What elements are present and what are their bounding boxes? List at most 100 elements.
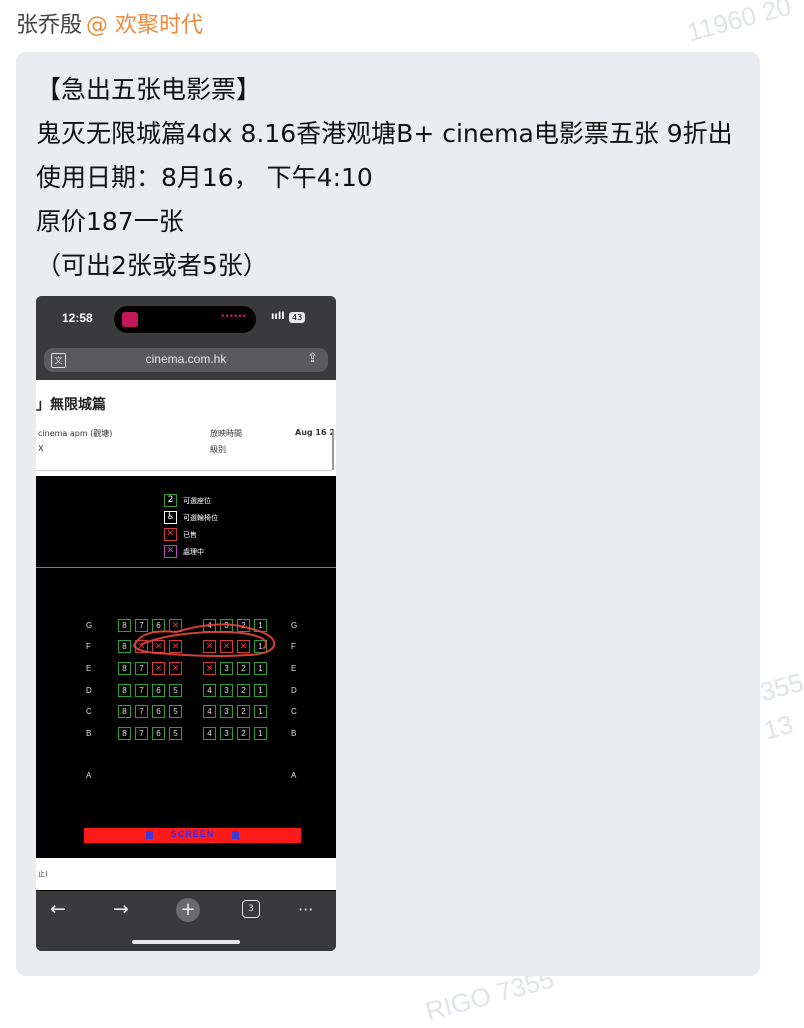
seat-b-left-7[interactable]: 7 <box>135 727 148 740</box>
row-label-left: F <box>86 642 91 651</box>
battery-icon: 43 <box>289 312 306 323</box>
share-icon[interactable]: ⇪ <box>307 351 318 366</box>
legend-available: 2 可選座位 <box>164 494 211 507</box>
browser-toolbar: ← → + 3 ··· <box>36 891 336 951</box>
dynamic-island: •••••• <box>114 306 256 333</box>
post-line-headline: 【急出五张电影票】 <box>36 75 262 104</box>
row-label-right: C <box>291 707 297 716</box>
seat-b-left-5[interactable]: 5 <box>169 727 182 740</box>
row-label-right: A <box>291 771 297 780</box>
venue-detail: X <box>38 444 44 453</box>
new-tab-icon[interactable]: + <box>176 898 200 922</box>
seat-e-right-sold: ✕ <box>203 662 216 675</box>
movie-title: 」無限城篇 <box>36 397 106 413</box>
more-icon[interactable]: ··· <box>298 900 313 919</box>
seat-g-right-2[interactable]: 2 <box>237 619 250 632</box>
row-label-right: F <box>291 642 296 651</box>
seat-e-right-3[interactable]: 3 <box>220 662 233 675</box>
activity-dots-icon: •••••• <box>220 312 247 322</box>
seat-f-right-sold: ✕ <box>220 640 233 653</box>
wheelchair-icon: ♿ <box>164 511 177 524</box>
app-icon <box>122 312 138 327</box>
author-name[interactable]: 张乔殷 <box>16 13 82 38</box>
seat-d-left-7[interactable]: 7 <box>135 684 148 697</box>
showtime-label: 放映時間 <box>210 429 242 438</box>
attached-screenshot[interactable]: 12:58 •••••• ııll 43 文 cinema.com.hk ⇪ 」… <box>36 296 336 951</box>
post-header: 张乔殷 @ 欢聚时代 <box>16 10 203 42</box>
bottom-note: 止) <box>38 870 48 878</box>
seat-e-left-7[interactable]: 7 <box>135 662 148 675</box>
seat-d-right-1[interactable]: 1 <box>254 684 267 697</box>
post-line-ticket-info: 鬼灭无限城篇4dx 8.16香港观塘B+ cinema电影票五张 9折出 <box>36 119 733 148</box>
seat-c-right-3[interactable]: 3 <box>220 705 233 718</box>
seat-b-left-8[interactable]: 8 <box>118 727 131 740</box>
address-bar[interactable]: 文 cinema.com.hk ⇪ <box>44 348 328 372</box>
seat-e-right-2[interactable]: 2 <box>237 662 250 675</box>
seat-c-left-8[interactable]: 8 <box>118 705 131 718</box>
mention-link[interactable]: @ 欢聚时代 <box>86 13 203 38</box>
row-label-left: E <box>86 664 92 673</box>
seat-g-left-8[interactable]: 8 <box>118 619 131 632</box>
seat-c-left-7[interactable]: 7 <box>135 705 148 718</box>
screen-marker-icon <box>232 831 239 839</box>
divider <box>36 567 336 568</box>
seat-b-right-1[interactable]: 1 <box>254 727 267 740</box>
seat-b-right-3[interactable]: 3 <box>220 727 233 740</box>
tabs-button[interactable]: 3 <box>242 900 260 918</box>
watermark: 13 <box>760 708 797 746</box>
legend-label: 已售 <box>183 530 197 539</box>
url-text[interactable]: cinema.com.hk <box>44 352 328 366</box>
show-date: Aug 16 2 <box>295 428 335 437</box>
seat-e-left-sold: ✕ <box>152 662 165 675</box>
bottom-info-panel: 止) <box>36 858 336 890</box>
seat-d-left-5[interactable]: 5 <box>169 684 182 697</box>
seat-g-right-4[interactable]: 4 <box>203 619 216 632</box>
seat-g-right-3[interactable]: 3 <box>220 619 233 632</box>
seat-e-left-8[interactable]: 8 <box>118 662 131 675</box>
sold-seat-icon: ✕ <box>164 528 177 541</box>
seat-f-right-1[interactable]: 1 <box>254 640 267 653</box>
seat-b-right-4[interactable]: 4 <box>203 727 216 740</box>
seat-f-left-sold: ✕ <box>152 640 165 653</box>
seat-f-left-8[interactable]: 8 <box>118 640 131 653</box>
seat-g-left-sold: ✕ <box>169 619 182 632</box>
seat-c-right-2[interactable]: 2 <box>237 705 250 718</box>
seat-c-left-5[interactable]: 5 <box>169 705 182 718</box>
status-bar: 12:58 •••••• ııll 43 <box>36 296 336 342</box>
seat-f-right-sold: ✕ <box>237 640 250 653</box>
post-line-price: 原价187一张 <box>36 207 184 236</box>
seat-g-left-6[interactable]: 6 <box>152 619 165 632</box>
seat-e-right-1[interactable]: 1 <box>254 662 267 675</box>
seat-g-left-7[interactable]: 7 <box>135 619 148 632</box>
row-label-right: G <box>291 621 298 630</box>
scrollbar[interactable] <box>332 430 334 470</box>
message-bubble: 【急出五张电影票】 鬼灭无限城篇4dx 8.16香港观塘B+ cinema电影票… <box>16 52 760 976</box>
seat-c-right-1[interactable]: 1 <box>254 705 267 718</box>
row-label-left: A <box>86 771 92 780</box>
screen-indicator: SCREEN <box>84 828 301 843</box>
row-label-left: B <box>86 729 92 738</box>
browser-address-area: 文 cinema.com.hk ⇪ <box>36 342 336 380</box>
seat-c-left-6[interactable]: 6 <box>152 705 165 718</box>
back-icon[interactable]: ← <box>50 898 66 920</box>
seat-c-right-4[interactable]: 4 <box>203 705 216 718</box>
seat-b-left-6[interactable]: 6 <box>152 727 165 740</box>
seat-e-left-sold: ✕ <box>169 662 182 675</box>
seat-b-right-2[interactable]: 2 <box>237 727 250 740</box>
divider <box>36 470 332 471</box>
seat-d-right-3[interactable]: 3 <box>220 684 233 697</box>
seat-d-right-2[interactable]: 2 <box>237 684 250 697</box>
seat-d-left-8[interactable]: 8 <box>118 684 131 697</box>
forward-icon[interactable]: → <box>113 898 129 920</box>
seat-d-left-6[interactable]: 6 <box>152 684 165 697</box>
seat-g-right-1[interactable]: 1 <box>254 619 267 632</box>
seat-d-right-4[interactable]: 4 <box>203 684 216 697</box>
signal-icon: ııll <box>271 311 285 322</box>
row-label-left: D <box>86 686 92 695</box>
legend-processing: ✕ 處理中 <box>164 545 204 558</box>
rating-label: 級別 <box>210 445 226 454</box>
status-time: 12:58 <box>62 311 93 325</box>
post-text: 【急出五张电影票】 鬼灭无限城篇4dx 8.16香港观塘B+ cinema电影票… <box>36 68 733 288</box>
row-label-right: D <box>291 686 297 695</box>
post-line-quantity: （可出2张或者5张） <box>36 251 268 280</box>
